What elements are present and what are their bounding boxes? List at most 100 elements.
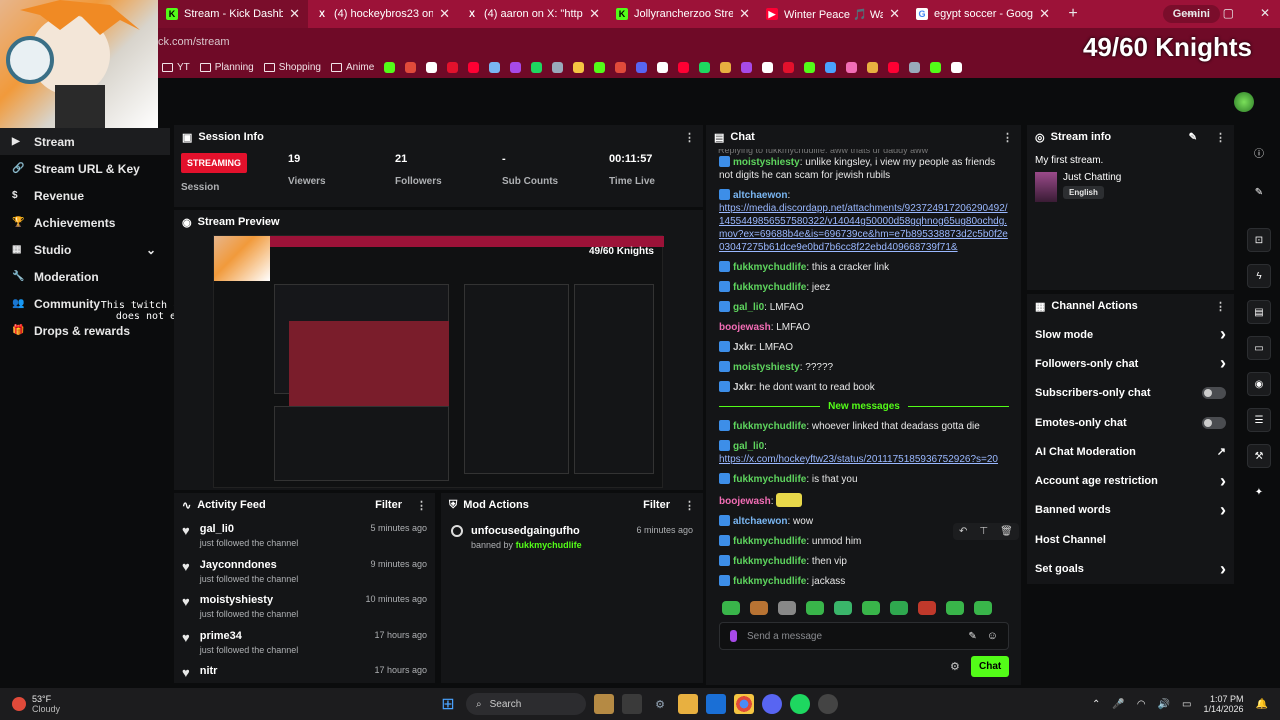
bookmark-favicon[interactable] [930, 61, 942, 73]
bookmark-favicon[interactable] [888, 61, 900, 73]
emote-icon[interactable] [946, 601, 964, 615]
minimize-icon[interactable]: — [1185, 6, 1197, 20]
emote-icon[interactable] [890, 601, 908, 615]
chat-username[interactable]: altchaewon [733, 516, 787, 527]
bookmark-favicon[interactable] [657, 61, 669, 73]
notification-bell-icon[interactable]: 🔔 [1256, 699, 1268, 710]
emote-icon[interactable] [974, 601, 992, 615]
mic-tray-icon[interactable]: 🎤 [1112, 699, 1124, 710]
bookmark-favicon[interactable] [447, 61, 459, 73]
bookmark-favicon[interactable] [468, 61, 480, 73]
mod-action-by[interactable]: fukkmychudlife [516, 540, 582, 550]
emote-icon[interactable] [862, 601, 880, 615]
chat-link[interactable]: https://media.discordapp.net/attachments… [719, 203, 1008, 253]
more-icon[interactable]: ⋮ [684, 131, 695, 144]
terminal-icon[interactable] [622, 694, 642, 714]
close-icon[interactable]: ✕ [439, 6, 450, 22]
chat-username[interactable]: fukkmychudlife [733, 536, 806, 547]
bookmark-favicon[interactable] [678, 61, 690, 73]
edit-pencil-icon[interactable]: ✎ [1189, 132, 1197, 143]
bookmark-favicon[interactable] [846, 61, 858, 73]
clipboard-icon[interactable]: ▤ [1247, 300, 1271, 324]
url-text[interactable]: ck.com/stream [158, 36, 230, 48]
channel-action-slow-mode[interactable]: Slow mode › [1027, 320, 1234, 349]
user-avatar[interactable] [1234, 92, 1254, 112]
external-link-icon[interactable]: ↗ [1217, 445, 1226, 458]
spotify-icon[interactable] [790, 694, 810, 714]
bookmark-favicon[interactable] [489, 61, 501, 73]
emote-icon[interactable] [722, 601, 740, 615]
taskbar-search[interactable]: ⌕ Search [466, 693, 586, 715]
bookmark-favicon[interactable] [384, 61, 396, 73]
browser-tab[interactable]: ▶ Winter Peace 🎵 Warm Firepl ✕ [758, 0, 908, 28]
browser-tab[interactable]: Gegypt soccer - Google Search ✕ [908, 0, 1058, 28]
chat-username[interactable]: Jxkr [733, 382, 754, 393]
bookmark-favicon[interactable] [783, 61, 795, 73]
channel-action-account-age-restriction[interactable]: Account age restriction › [1027, 466, 1234, 495]
bookmark-folder[interactable]: YT [162, 62, 190, 73]
close-icon[interactable]: ✕ [739, 6, 750, 22]
mod-filter-button[interactable]: Filter [643, 499, 670, 511]
chat-username[interactable]: gal_li0 [733, 441, 764, 452]
bookmark-folder[interactable]: Planning [199, 62, 254, 73]
chat-link[interactable]: https://x.com/hockeyftw23/status/2011175… [719, 454, 998, 465]
chevron-right-icon[interactable]: › [1220, 353, 1226, 374]
activity-filter-button[interactable]: Filter [375, 499, 402, 511]
wifi-icon[interactable]: ◠ [1137, 699, 1146, 710]
toggle-switch[interactable] [1202, 387, 1226, 400]
chat-username[interactable]: fukkmychudlife [733, 474, 806, 485]
channel-action-host-channel[interactable]: Host Channel [1027, 525, 1234, 554]
new-tab-button[interactable]: + [1062, 3, 1084, 25]
bookmark-favicon[interactable] [867, 61, 879, 73]
emote-icon[interactable] [750, 601, 768, 615]
puzzle-icon[interactable]: ✦ [1247, 480, 1271, 504]
chat-username[interactable]: fukkmychudlife [733, 576, 806, 587]
layout-icon[interactable]: ☰ [1247, 408, 1271, 432]
weather-widget[interactable]: 53°F Cloudy [0, 694, 120, 714]
wrench-icon[interactable]: ⚒ [1247, 444, 1271, 468]
category-thumbnail[interactable] [1035, 172, 1057, 202]
chat-username[interactable]: fukkmychudlife [733, 556, 806, 567]
activity-username[interactable]: gal_li0 [200, 523, 299, 535]
chevron-right-icon[interactable]: › [1220, 324, 1226, 345]
more-icon[interactable]: ⋮ [1002, 131, 1013, 144]
crop-icon[interactable]: ⊡ [1247, 228, 1271, 252]
bookmark-favicon[interactable] [636, 61, 648, 73]
sidebar-item-moderation[interactable]: 🔧 Moderation [0, 263, 170, 290]
store-icon[interactable] [706, 694, 726, 714]
volume-icon[interactable]: 🔊 [1158, 699, 1170, 710]
channel-action-set-goals[interactable]: Set goals › [1027, 554, 1234, 583]
chat-username[interactable]: fukkmychudlife [733, 421, 806, 432]
toggle-switch[interactable] [1202, 416, 1226, 429]
chevron-down-icon[interactable]: ⌄ [146, 243, 156, 257]
chat-username[interactable]: fukkmychudlife [733, 282, 806, 293]
battery-icon[interactable]: ▭ [1182, 699, 1191, 710]
chat-username[interactable]: gal_li0 [733, 302, 764, 313]
channel-action-emotes-only-chat[interactable]: Emotes-only chat [1027, 408, 1234, 437]
more-icon[interactable]: ⋮ [684, 499, 695, 512]
chevron-right-icon[interactable]: › [1220, 471, 1226, 492]
chevron-right-icon[interactable]: › [1220, 559, 1226, 580]
activity-username[interactable]: prime34 [200, 630, 299, 642]
bookmark-favicon[interactable] [741, 61, 753, 73]
channel-action-followers-only-chat[interactable]: Followers-only chat › [1027, 349, 1234, 378]
mod-action-target[interactable]: unfocusedgaingufho [471, 525, 582, 537]
chat-send-button[interactable]: Chat [971, 656, 1010, 677]
chat-username[interactable]: fukkmychudlife [733, 262, 806, 273]
lightning-icon[interactable]: ϟ [1247, 264, 1271, 288]
close-icon[interactable]: ✕ [1039, 6, 1050, 22]
close-window-icon[interactable]: ✕ [1260, 6, 1270, 20]
more-icon[interactable]: ⋮ [416, 499, 427, 512]
taskview-icon[interactable] [594, 694, 614, 714]
bookmark-favicon[interactable] [426, 61, 438, 73]
bookmark-favicon[interactable] [615, 61, 627, 73]
chat-placeholder[interactable]: Send a message [747, 631, 822, 642]
chrome-icon[interactable] [734, 694, 754, 714]
emote-icon[interactable] [834, 601, 852, 615]
broadcast-rail-icon[interactable]: ◉ [1247, 372, 1271, 396]
category-name[interactable]: Just Chatting [1063, 172, 1121, 183]
bookmark-favicon[interactable] [573, 61, 585, 73]
sidebar-item-stream-url-key[interactable]: 🔗 Stream URL & Key [0, 155, 170, 182]
emote-icon[interactable] [806, 601, 824, 615]
emote-icon[interactable] [778, 601, 796, 615]
